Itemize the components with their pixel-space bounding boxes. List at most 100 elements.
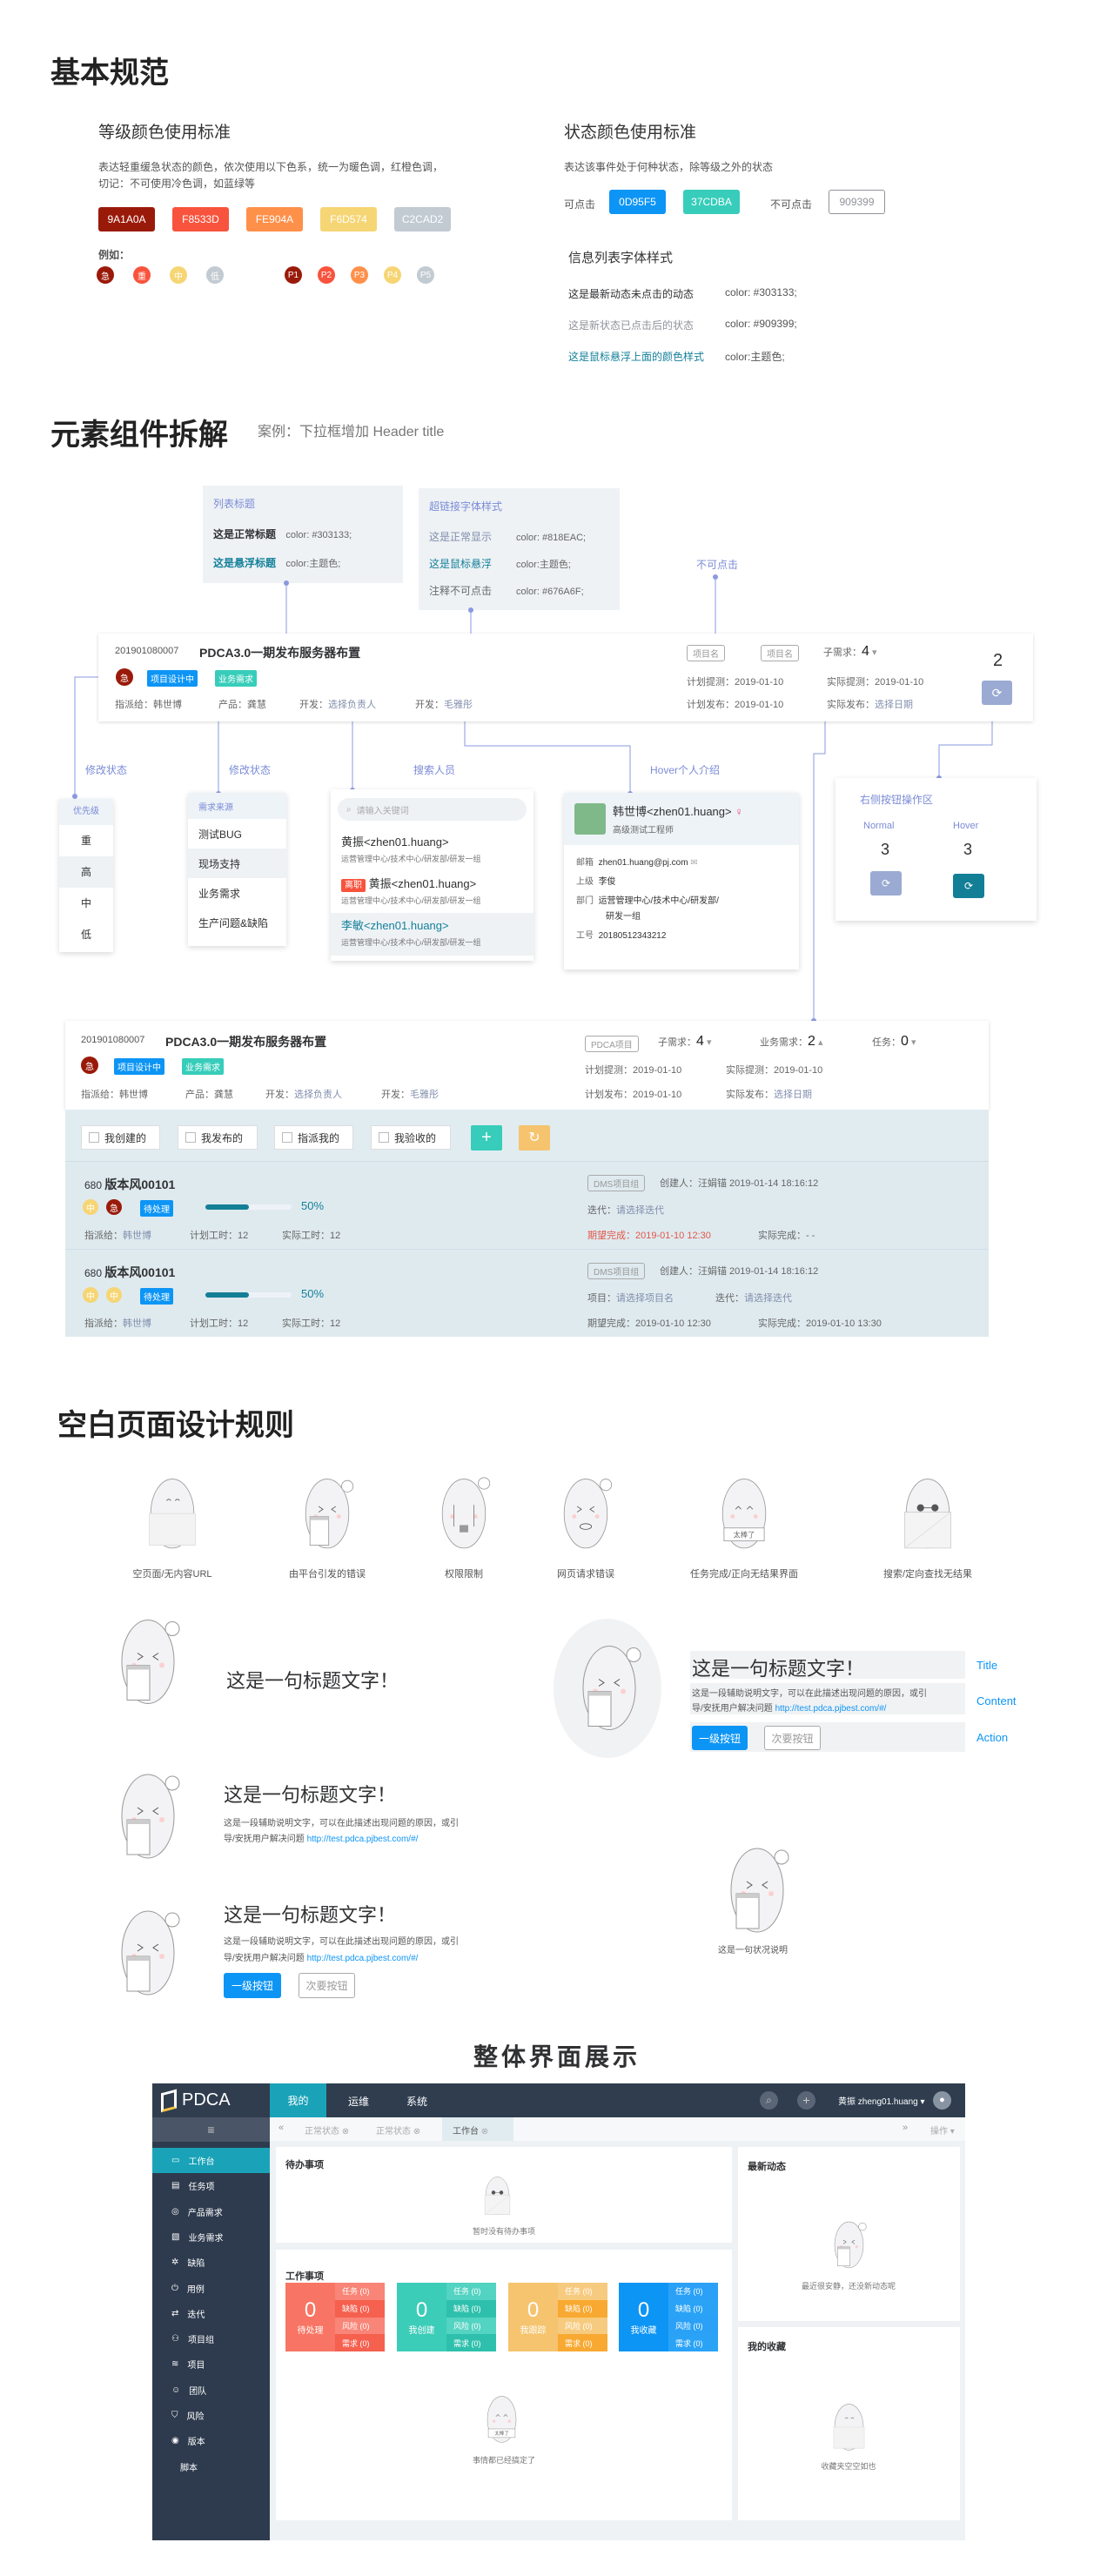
caret-down-icon[interactable]: ▾ <box>707 1037 712 1048</box>
sidebar-item[interactable]: ☺ 团队 <box>152 2378 270 2403</box>
stat-row[interactable]: 缺陷 (0) <box>558 2299 607 2318</box>
info-row-hover[interactable]: 这是鼠标悬浮上面的颜色样式 <box>568 349 704 364</box>
dropdown-option[interactable]: 测试BUG <box>188 819 286 849</box>
item-title[interactable]: 版本风00101 <box>104 1265 175 1279</box>
search-icon[interactable]: ⌕ <box>760 2091 778 2110</box>
status-tag[interactable]: 项目设计中 <box>147 670 198 687</box>
stat-row[interactable]: 任务 (0) <box>446 2283 496 2300</box>
type-tag[interactable]: 业务需求 <box>215 670 257 687</box>
select-link[interactable]: 请选择迭代 <box>616 1205 664 1216</box>
type-tag[interactable]: 业务需求 <box>182 1058 224 1075</box>
stat-row[interactable]: 风险 (0) <box>446 2317 496 2335</box>
person-option[interactable]: 黄振<zhen01.huang> 运营管理中心/技术中心/研发部/研发一组 <box>331 829 534 871</box>
dev-name-link[interactable]: 毛雅彤 <box>410 1090 439 1100</box>
dev-name-link[interactable]: 毛雅彤 <box>444 700 473 710</box>
work-stat-card[interactable]: 0 我创建 任务 (0) 缺陷 (0) 风险 (0) 需求 (0) <box>397 2283 496 2351</box>
stat-row[interactable]: 需求 (0) <box>335 2334 385 2351</box>
sidebar-item[interactable]: ⚇ 项目组 <box>152 2326 270 2351</box>
work-stat-card[interactable]: 0 我跟踪 任务 (0) 缺陷 (0) 风险 (0) 需求 (0) <box>508 2283 607 2351</box>
work-stat-card[interactable]: 0 我收藏 任务 (0) 缺陷 (0) 风险 (0) 需求 (0) <box>619 2283 718 2351</box>
urgent-badge[interactable]: 急 <box>116 668 133 686</box>
user-menu[interactable]: 黄振 zheng01.huang ▾ <box>838 2094 925 2107</box>
page-tab[interactable]: 正常状态 ⊗ <box>305 2123 349 2137</box>
dropdown-option[interactable]: 重 <box>59 825 113 856</box>
stat-row[interactable]: 缺陷 (0) <box>668 2299 718 2318</box>
level-badge[interactable]: 急 <box>106 1199 122 1215</box>
level-badge[interactable]: 中 <box>83 1287 98 1303</box>
link-button-normal[interactable]: ⟳ <box>870 871 902 896</box>
plus-icon[interactable]: + <box>797 2091 815 2110</box>
sidebar-item[interactable]: ⇄ 迭代 <box>152 2301 270 2326</box>
secondary-button[interactable]: 次要按钮 <box>299 1973 355 1998</box>
assignee-link[interactable]: 韩世博 <box>123 1318 151 1329</box>
status-tag[interactable]: 项目设计中 <box>114 1058 164 1075</box>
list-item[interactable]: 680 版本风00101 中 急 待处理 50% 指派给：韩世博 计划工时：12… <box>65 1161 989 1249</box>
sidebar-item[interactable]: ≋ 项目 <box>152 2351 270 2377</box>
sidebar-item[interactable]: ◎ 产品需求 <box>152 2199 270 2224</box>
select-date-link[interactable]: 选择日期 <box>875 700 913 710</box>
sidebar-item[interactable]: ◉ 版本 <box>152 2428 270 2453</box>
sidebar-item[interactable]: ⛉ 风险 <box>152 2403 270 2428</box>
stat-row[interactable]: 风险 (0) <box>668 2317 718 2335</box>
stat-row[interactable]: 风险 (0) <box>335 2317 385 2335</box>
scroll-right-icon[interactable]: » <box>903 2123 908 2133</box>
logo[interactable]: PDCA <box>161 2089 231 2112</box>
add-button[interactable]: + <box>471 1125 502 1150</box>
caret-down-icon[interactable]: ▾ <box>911 1037 916 1048</box>
scroll-left-icon[interactable]: « <box>278 2123 284 2133</box>
assignee-link[interactable]: 韩世博 <box>123 1231 151 1241</box>
stat-row[interactable]: 需求 (0) <box>558 2334 607 2351</box>
filter-created[interactable]: 我创建的 <box>81 1125 160 1150</box>
person-option-hover[interactable]: 李敏<zhen01.huang> 运营管理中心/技术中心/研发部/研发一组 <box>331 913 534 956</box>
select-link[interactable]: 请选择迭代 <box>744 1293 792 1304</box>
stat-row[interactable]: 缺陷 (0) <box>335 2299 385 2318</box>
urgent-badge[interactable]: 急 <box>81 1057 98 1074</box>
nav-tab-mine[interactable]: 我的 <box>270 2083 326 2117</box>
work-stat-card[interactable]: 0 待处理 任务 (0) 缺陷 (0) 风险 (0) 需求 (0) <box>285 2283 385 2351</box>
level-badge[interactable]: 中 <box>83 1199 98 1215</box>
sidebar-item[interactable]: ▤ 任务项 <box>152 2173 270 2198</box>
close-icon[interactable]: ⊗ <box>413 2127 420 2137</box>
caret-up-icon[interactable]: ▴ <box>818 1037 823 1048</box>
user-avatar-icon[interactable]: ● <box>933 2091 951 2110</box>
page-tab[interactable]: 正常状态 ⊗ <box>376 2123 420 2137</box>
caret-down-icon[interactable]: ▾ <box>872 647 877 658</box>
menu-toggle-icon[interactable]: ≡ <box>152 2117 270 2142</box>
stat-row[interactable]: 任务 (0) <box>668 2283 718 2300</box>
link-button-hover[interactable]: ⟳ <box>953 874 984 898</box>
select-link[interactable]: 请选择项目名 <box>616 1293 674 1304</box>
filter-assigned[interactable]: 指派我的 <box>274 1125 353 1150</box>
stat-row[interactable]: 缺陷 (0) <box>446 2299 496 2318</box>
dropdown-option[interactable]: 现场支持 <box>188 849 286 878</box>
person-option[interactable]: 离职 黄振<zhen01.huang> 运营管理中心/技术中心/研发部/研发一组 <box>331 871 534 913</box>
dropdown-option[interactable]: 业务需求 <box>188 878 286 908</box>
dropdown-option[interactable]: 生产问题&缺陷 <box>188 908 286 937</box>
select-date-link[interactable]: 选择日期 <box>774 1090 812 1100</box>
list-item[interactable]: 680 版本风00101 中 中 待处理 50% 指派给：韩世博 计划工时：12… <box>65 1249 989 1337</box>
task-title[interactable]: PDCA3.0一期发布服务器布置 <box>199 644 360 661</box>
level-badge[interactable]: 中 <box>106 1287 122 1303</box>
nav-tab-ops[interactable]: 运维 <box>348 2094 369 2109</box>
secondary-button[interactable]: 次要按钮 <box>764 1726 821 1750</box>
page-tab-active[interactable]: 工作台 ⊗ <box>442 2117 513 2141</box>
primary-button[interactable]: 一级按钮 <box>224 1973 281 1998</box>
stat-row[interactable]: 任务 (0) <box>558 2283 607 2300</box>
help-link[interactable]: http://test.pdca.pjbest.com/#/ <box>307 1835 419 1844</box>
people-search-input[interactable]: ⌕ 请输入关键词 <box>338 798 527 821</box>
sidebar-item[interactable]: ✲ 缺陷 <box>152 2250 270 2275</box>
dropdown-option[interactable]: 中 <box>59 888 113 919</box>
item-title[interactable]: 版本风00101 <box>104 1177 175 1191</box>
dev-select-link[interactable]: 选择负责人 <box>294 1090 342 1100</box>
primary-button[interactable]: 一级按钮 <box>692 1726 748 1750</box>
status-tag[interactable]: 待处理 <box>140 1288 173 1305</box>
sidebar-item[interactable]: ⏻ 用例 <box>152 2276 270 2301</box>
link-action-button[interactable]: ⟳ <box>982 681 1012 705</box>
stat-row[interactable]: 风险 (0) <box>558 2317 607 2335</box>
dropdown-option[interactable]: 高 <box>59 856 113 888</box>
stat-row[interactable]: 需求 (0) <box>668 2334 718 2351</box>
close-icon[interactable]: ⊗ <box>342 2127 349 2137</box>
filter-published[interactable]: 我发布的 <box>178 1125 258 1150</box>
refresh-button[interactable]: ↻ <box>519 1125 550 1150</box>
help-link[interactable]: http://test.pdca.pjbest.com/#/ <box>775 1704 887 1714</box>
dev-select-link[interactable]: 选择负责人 <box>328 700 376 710</box>
